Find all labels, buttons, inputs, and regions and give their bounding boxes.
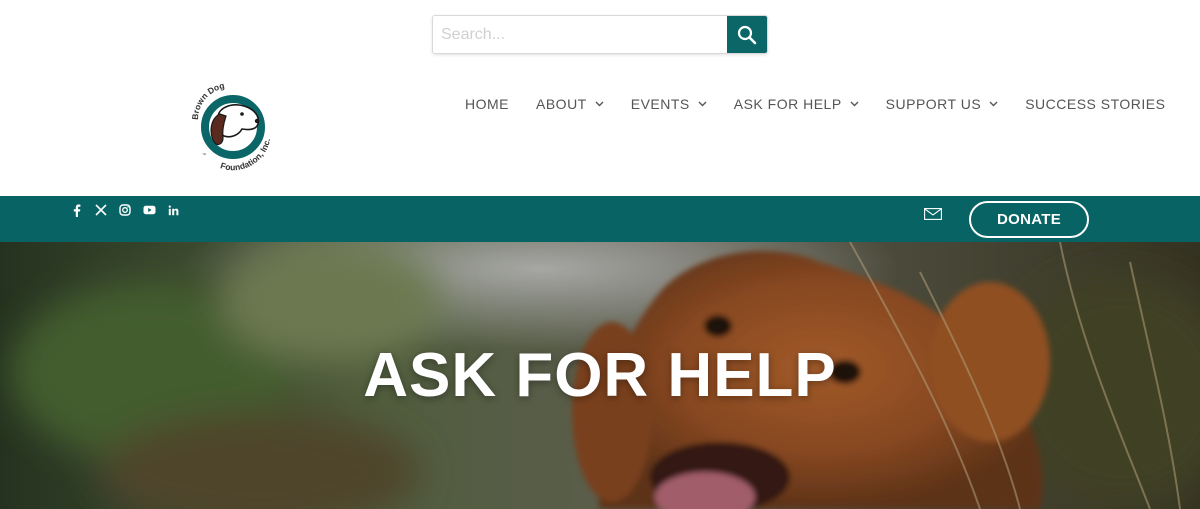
main-nav: HOME ABOUT EVENTS ASK FOR HELP SUPPORT U… bbox=[465, 93, 1165, 115]
linkedin-icon[interactable] bbox=[166, 203, 180, 217]
nav-item-label: SUPPORT US bbox=[885, 96, 982, 112]
search-icon bbox=[737, 25, 757, 44]
nav-item-success-stories[interactable]: SUCCESS STORIES bbox=[1025, 96, 1165, 112]
hero-banner: ASK FOR HELP bbox=[0, 242, 1200, 509]
chevron-down-icon bbox=[698, 101, 707, 107]
mail-icon[interactable] bbox=[924, 208, 942, 220]
youtube-icon[interactable] bbox=[142, 203, 156, 217]
site-header: Brown Dog Foundation, Inc. ™ HOME ABOUT … bbox=[0, 0, 1200, 196]
x-twitter-icon[interactable] bbox=[94, 203, 108, 217]
chevron-down-icon bbox=[850, 101, 859, 107]
logo-trademark: ™ bbox=[202, 152, 206, 157]
social-links bbox=[70, 202, 180, 218]
donate-button[interactable]: DONATE bbox=[969, 201, 1089, 238]
page-title: ASK FOR HELP bbox=[363, 341, 837, 410]
social-donate-bar: DONATE bbox=[0, 196, 1200, 242]
search-bar bbox=[432, 15, 768, 54]
chevron-down-icon bbox=[989, 101, 998, 107]
nav-item-label: ASK FOR HELP bbox=[733, 96, 842, 112]
nav-item-events[interactable]: EVENTS bbox=[631, 96, 707, 112]
nav-item-label: SUCCESS STORIES bbox=[1025, 96, 1166, 112]
brown-dog-foundation-logo[interactable]: Brown Dog Foundation, Inc. ™ bbox=[186, 80, 278, 172]
nav-item-label: HOME bbox=[465, 96, 509, 112]
search-input[interactable] bbox=[433, 16, 727, 53]
nav-item-support-us[interactable]: SUPPORT US bbox=[886, 96, 999, 112]
search-button[interactable] bbox=[727, 16, 767, 53]
nav-item-about[interactable]: ABOUT bbox=[536, 96, 604, 112]
instagram-icon[interactable] bbox=[118, 203, 132, 217]
nav-item-home[interactable]: HOME bbox=[465, 96, 509, 112]
facebook-icon[interactable] bbox=[70, 203, 84, 217]
chevron-down-icon bbox=[595, 101, 604, 107]
nav-item-label: EVENTS bbox=[630, 96, 690, 112]
nav-item-label: ABOUT bbox=[536, 96, 587, 112]
nav-item-ask-for-help[interactable]: ASK FOR HELP bbox=[734, 96, 859, 112]
